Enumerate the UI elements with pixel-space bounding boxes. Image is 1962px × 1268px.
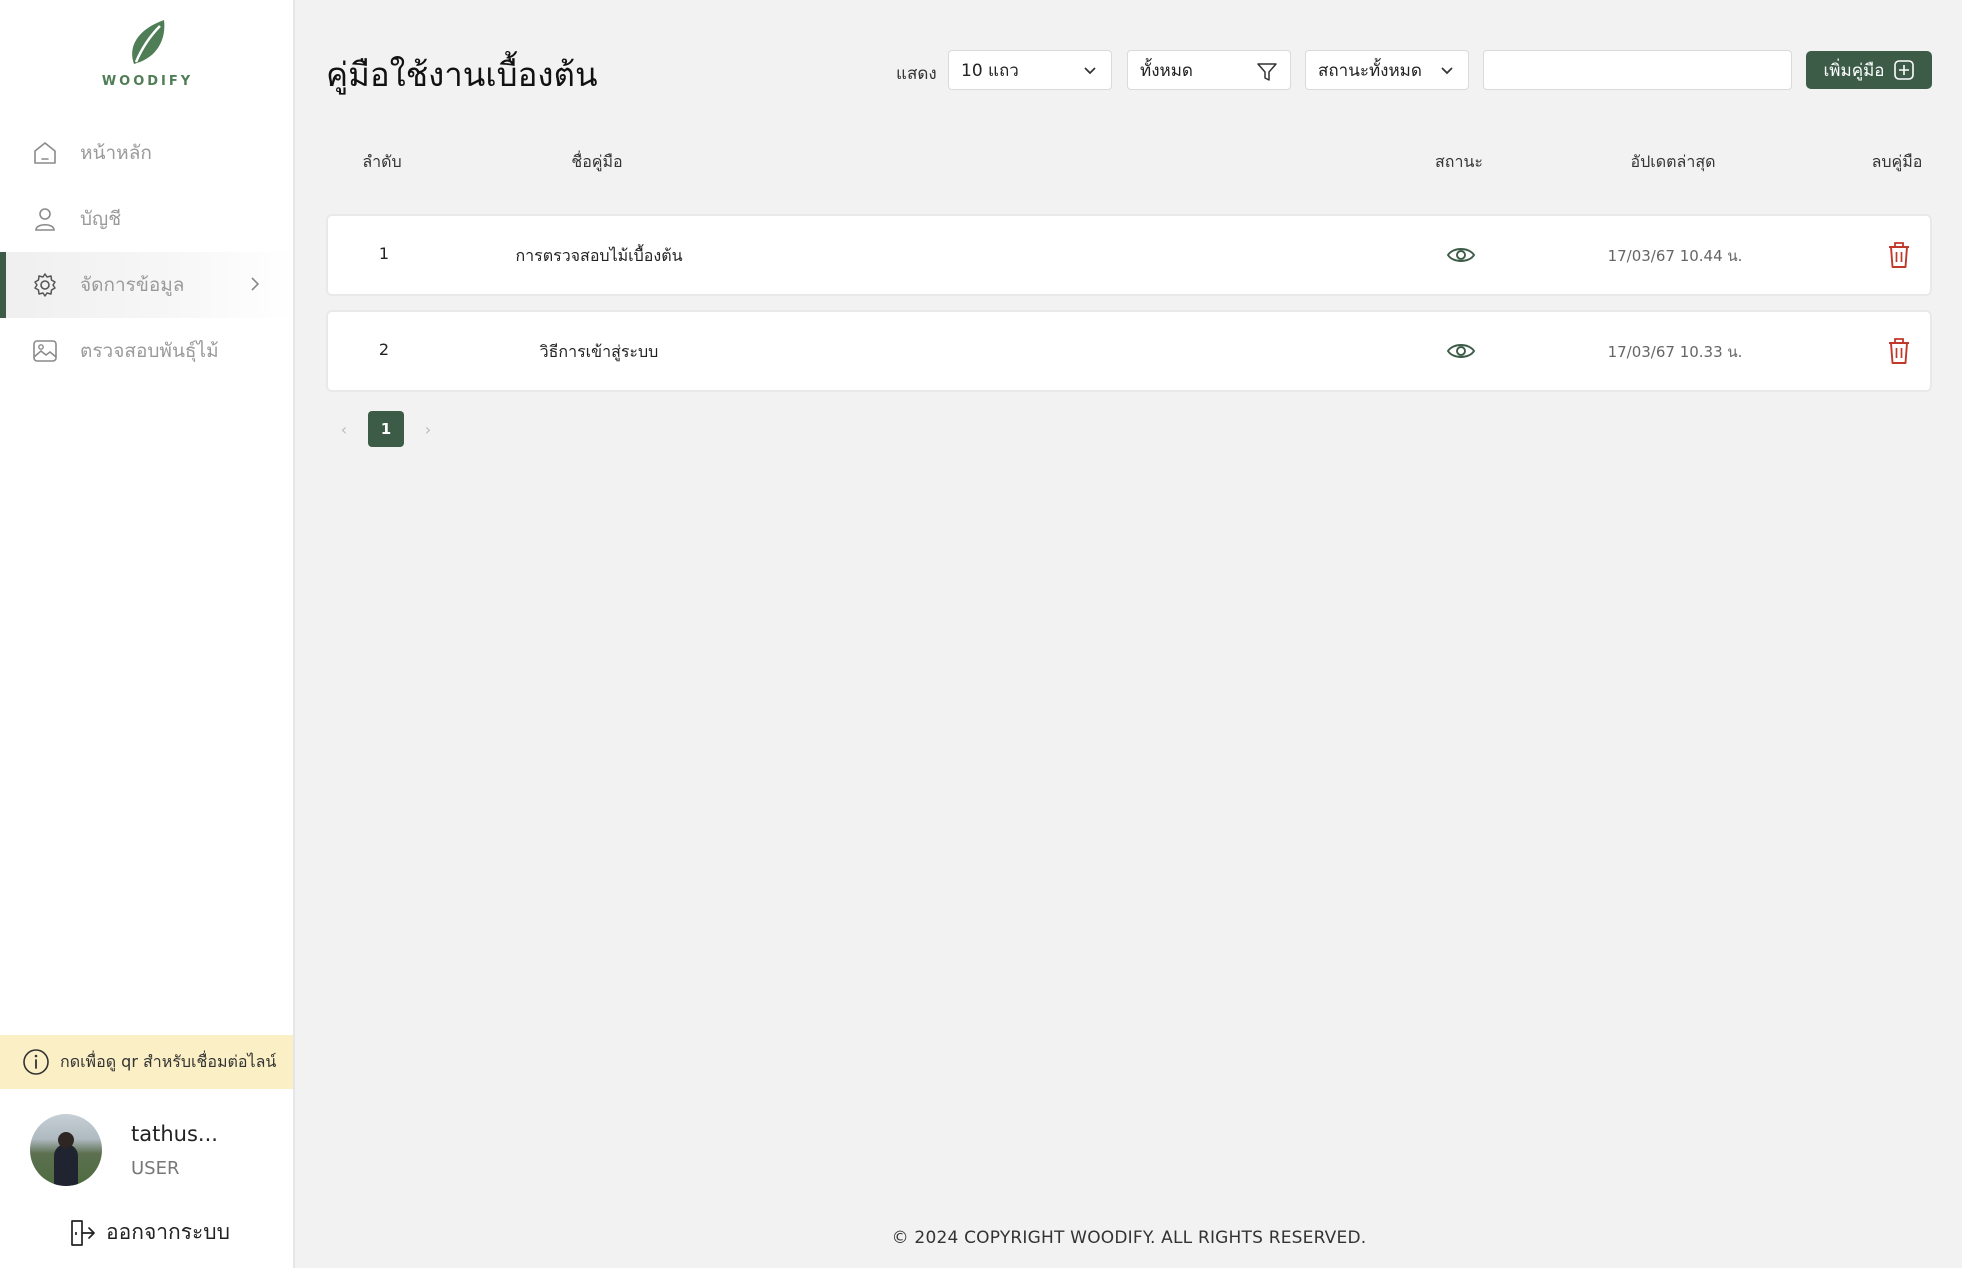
eye-icon[interactable] xyxy=(1446,240,1476,274)
sidebar-item-account[interactable]: บัญชี xyxy=(0,186,293,252)
chevron-down-icon xyxy=(1084,67,1096,75)
row-number: 2 xyxy=(378,340,390,359)
sidebar-item-label: จัดการข้อมูล xyxy=(80,274,185,296)
user-name: tathus... xyxy=(131,1122,218,1146)
image-icon xyxy=(30,336,60,366)
trash-icon[interactable] xyxy=(1886,336,1912,370)
show-label: แสดง xyxy=(896,64,937,84)
logo[interactable]: WOODIFY xyxy=(0,18,295,89)
logo-text: WOODIFY xyxy=(101,74,194,89)
page-1-button[interactable]: 1 xyxy=(368,411,404,447)
sidebar-item-check-species[interactable]: ตรวจสอบพันธุ์ไม้ xyxy=(0,318,293,384)
rows-per-page-select[interactable]: 10 แถว xyxy=(948,50,1112,90)
updated-date: 17/03/67 10.33 น. xyxy=(1607,343,1743,361)
status-value: สถานะทั้งหมด xyxy=(1318,60,1422,81)
rows-per-page-value: 10 แถว xyxy=(961,60,1019,81)
status-select[interactable]: สถานะทั้งหมด xyxy=(1305,50,1469,90)
app: WOODIFY หน้าหลัก บัญชี จัดการข้อมูล ตรวจ… xyxy=(0,0,1962,1268)
column-header-delete: ลบคู่มือ xyxy=(1871,152,1923,171)
table-row[interactable]: 1 การตรวจสอบไม้เบื้องต้น 17/03/67 10.44 … xyxy=(326,214,1932,296)
user-icon xyxy=(30,204,60,234)
chevron-down-icon xyxy=(1441,67,1453,75)
sidebar-item-manage-data[interactable]: จัดการข้อมูล xyxy=(0,252,293,318)
sidebar: WOODIFY หน้าหลัก บัญชี จัดการข้อมูล ตรวจ… xyxy=(0,0,295,1268)
filter-icon xyxy=(1257,63,1277,81)
info-icon xyxy=(23,1049,49,1075)
toolbar: แสดง 10 แถว ทั้งหมด สถานะทั้งหมด เพิ่มคู… xyxy=(296,50,1962,92)
table-header: ลำดับ ชื่อคู่มือ สถานะ อัปเดตล่าสุด ลบคู… xyxy=(326,150,1932,180)
row-number: 1 xyxy=(378,244,390,263)
qr-banner-text: กดเพื่อดู qr สำหรับเชื่อมต่อไลน์ xyxy=(60,1051,277,1071)
sidebar-item-label: หน้าหลัก xyxy=(80,142,152,164)
logout-button[interactable]: ออกจากระบบ xyxy=(68,1216,230,1249)
avatar-head xyxy=(58,1132,74,1148)
user-card: tathus... USER ออกจากระบบ xyxy=(0,1090,293,1268)
column-header-order: ลำดับ xyxy=(362,152,402,171)
qr-banner[interactable]: กดเพื่อดู qr สำหรับเชื่อมต่อไลน์ xyxy=(0,1035,293,1089)
add-manual-button[interactable]: เพิ่มคู่มือ xyxy=(1806,51,1932,89)
logout-icon xyxy=(71,1219,95,1246)
gear-icon xyxy=(30,270,60,300)
footer-copyright: © 2024 COPYRIGHT WOODIFY. ALL RIGHTS RES… xyxy=(891,1228,1367,1248)
leaf-logo-icon xyxy=(131,20,164,64)
table-row[interactable]: 2 วิธีการเข้าสู่ระบบ 17/03/67 10.33 น. xyxy=(326,310,1932,392)
filter-value: ทั้งหมด xyxy=(1140,60,1193,81)
prev-page-button[interactable]: ‹ xyxy=(326,411,362,447)
filter-select[interactable]: ทั้งหมด xyxy=(1127,50,1291,90)
add-manual-label: เพิ่มคู่มือ xyxy=(1823,60,1885,81)
pagination: ‹ 1 › xyxy=(326,411,446,447)
updated-date: 17/03/67 10.44 น. xyxy=(1607,247,1743,265)
avatar[interactable] xyxy=(30,1114,102,1186)
main-content: คู่มือใช้งานเบื้องต้น แสดง 10 แถว ทั้งหม… xyxy=(296,0,1962,1268)
logout-label: ออกจากระบบ xyxy=(106,1220,230,1244)
sidebar-nav: หน้าหลัก บัญชี จัดการข้อมูล ตรวจสอบพันธุ… xyxy=(0,120,293,384)
user-role: USER xyxy=(131,1158,180,1179)
sidebar-item-label: บัญชี xyxy=(80,208,122,230)
chevron-right-icon xyxy=(251,277,260,291)
avatar-person xyxy=(54,1144,78,1186)
search-input[interactable] xyxy=(1483,50,1792,90)
column-header-updated: อัปเดตล่าสุด xyxy=(1630,152,1716,171)
eye-icon[interactable] xyxy=(1446,336,1476,370)
manual-name: การตรวจสอบไม้เบื้องต้น xyxy=(515,246,683,265)
home-icon xyxy=(30,138,60,168)
sidebar-item-home[interactable]: หน้าหลัก xyxy=(0,120,293,186)
next-page-button[interactable]: › xyxy=(410,411,446,447)
column-header-status: สถานะ xyxy=(1435,152,1483,171)
trash-icon[interactable] xyxy=(1886,240,1912,274)
plus-square-icon xyxy=(1893,59,1915,81)
column-header-name: ชื่อคู่มือ xyxy=(571,152,623,171)
sidebar-item-label: ตรวจสอบพันธุ์ไม้ xyxy=(80,340,219,362)
manual-name: วิธีการเข้าสู่ระบบ xyxy=(539,342,659,361)
